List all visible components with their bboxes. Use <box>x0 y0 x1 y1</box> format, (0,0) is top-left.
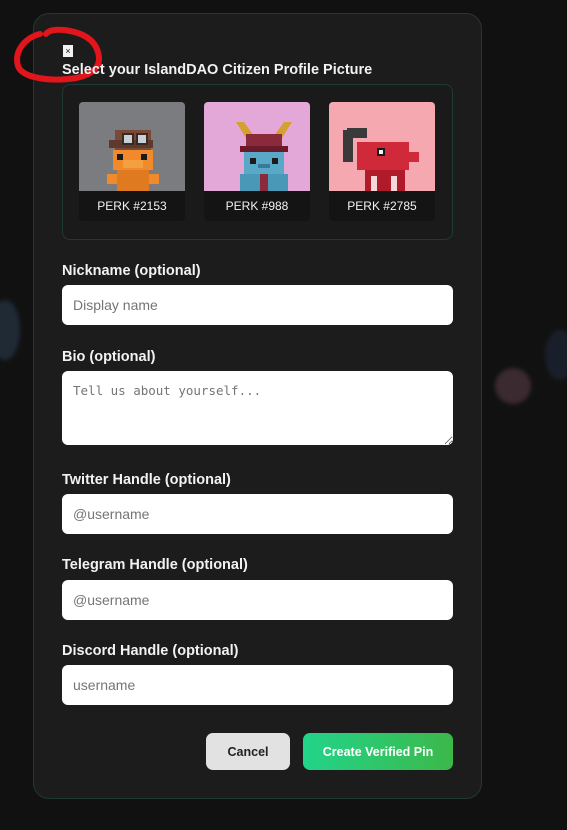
bio-label: Bio (optional) <box>62 349 156 365</box>
telegram-label: Telegram Handle (optional) <box>62 557 248 573</box>
pfp-label: PERK #988 <box>204 191 310 221</box>
pfp-card-2153[interactable]: PERK #2153 <box>79 102 185 221</box>
create-verified-pin-button[interactable]: Create Verified Pin <box>303 733 453 770</box>
pfp-image <box>329 102 435 191</box>
background-blur <box>495 368 531 404</box>
bio-textarea[interactable] <box>62 371 453 445</box>
pfp-card-2785[interactable]: PERK #2785 <box>329 102 435 221</box>
nickname-input[interactable] <box>62 285 453 325</box>
pfp-image <box>79 102 185 191</box>
nickname-label: Nickname (optional) <box>62 263 201 279</box>
pfp-label: PERK #2785 <box>329 191 435 221</box>
background-blur <box>545 330 567 380</box>
pfp-card-988[interactable]: PERK #988 <box>204 102 310 221</box>
cancel-button[interactable]: Cancel <box>206 733 290 770</box>
pfp-gallery: PERK #2153 PERK #988 PERK #2785 <box>62 84 453 240</box>
telegram-input[interactable] <box>62 580 453 620</box>
discord-input[interactable] <box>62 665 453 705</box>
twitter-input[interactable] <box>62 494 453 534</box>
discord-label: Discord Handle (optional) <box>62 643 239 659</box>
close-button[interactable]: × <box>63 45 73 57</box>
profile-modal: × Select your IslandDAO Citizen Profile … <box>14 13 482 799</box>
pfp-section-title: Select your IslandDAO Citizen Profile Pi… <box>62 62 373 78</box>
pfp-label: PERK #2153 <box>79 191 185 221</box>
background-blur <box>0 300 20 360</box>
twitter-label: Twitter Handle (optional) <box>62 472 231 488</box>
pfp-image <box>204 102 310 191</box>
